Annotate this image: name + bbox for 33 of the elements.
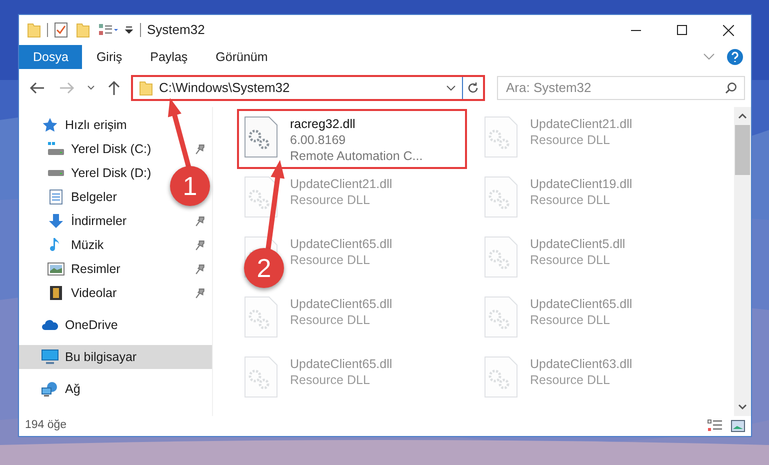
sidebar-item-label[interactable]: Yerel Disk (D:): [71, 164, 152, 182]
address-path: C:\Windows\System32: [159, 79, 291, 98]
file-name[interactable]: racreg32.dll: [290, 116, 423, 132]
ribbon-tab[interactable]: Dosya: [19, 45, 82, 69]
search-field[interactable]: Ara: System32: [497, 76, 745, 100]
ribbon-tab[interactable]: Giriş: [82, 45, 136, 69]
status-text: 194 öğe: [25, 418, 67, 434]
file-detail: Resource DLL: [290, 192, 371, 208]
selected-sidebar-row[interactable]: Bu bilgisayar: [19, 345, 212, 369]
file-detail: Resource DLL: [530, 372, 611, 388]
sidebar-item-label[interactable]: İndirmeler: [71, 212, 127, 230]
sidebar-item-label[interactable]: Resimler: [71, 260, 120, 278]
sidebar-item-label[interactable]: Müzik: [71, 236, 104, 254]
sidebar-item-label[interactable]: Bu bilgisayar: [65, 348, 137, 366]
file-detail: Resource DLL: [290, 252, 371, 268]
ribbon-tab[interactable]: Paylaş: [136, 45, 202, 69]
file-detail: Resource DLL: [530, 312, 611, 328]
sidebar-item-label[interactable]: Belgeler: [71, 188, 117, 206]
file-detail: Remote Automation C...: [290, 148, 423, 164]
file-detail: 6.00.8169: [290, 132, 347, 148]
sidebar-item-label[interactable]: Yerel Disk (C:): [71, 140, 152, 158]
file-detail: Resource DLL: [290, 312, 371, 328]
file-detail: Resource DLL: [530, 192, 611, 208]
file-detail: Resource DLL: [290, 372, 371, 388]
sidebar-item-label[interactable]: OneDrive: [65, 316, 118, 334]
file-detail: Resource DLL: [530, 252, 611, 268]
file-detail: Resource DLL: [530, 132, 611, 148]
sidebar-item-label[interactable]: Ağ: [65, 380, 80, 398]
address-bar[interactable]: C:\Windows\System32: [131, 75, 485, 101]
sidebar-item-label[interactable]: Videolar: [71, 284, 117, 302]
window-title: System32: [147, 21, 205, 40]
ribbon-tab[interactable]: Görünüm: [202, 45, 282, 69]
sidebar-item-label[interactable]: Hızlı erişim: [65, 116, 127, 134]
